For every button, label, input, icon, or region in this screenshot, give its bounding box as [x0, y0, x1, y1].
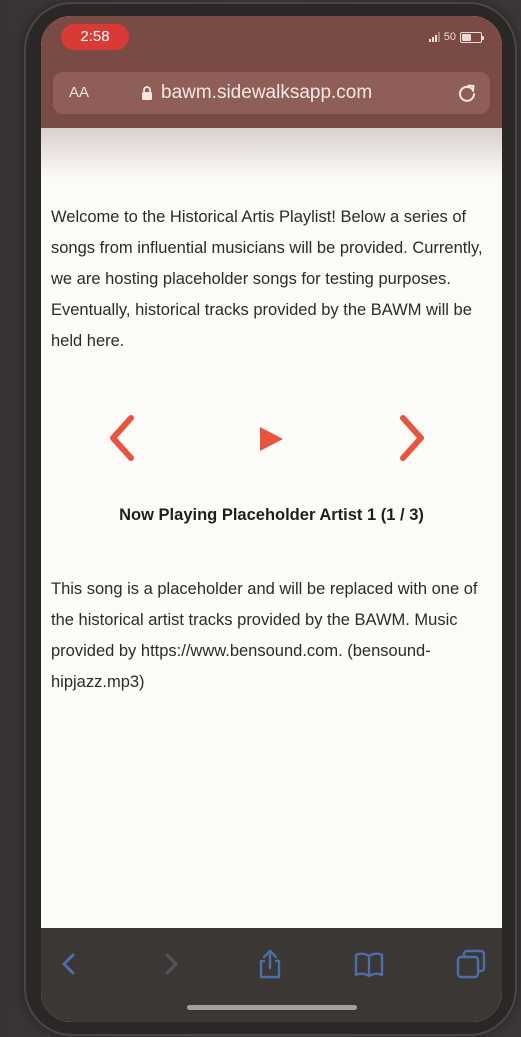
intro-paragraph: Welcome to the Historical Artis Playlist… — [51, 208, 483, 350]
share-icon[interactable] — [254, 948, 286, 980]
player-controls — [41, 406, 502, 476]
tabs-icon[interactable] — [455, 948, 487, 980]
page-header-shadow — [41, 128, 502, 178]
address-bar[interactable]: AA bawm.sidewalksapp.com — [53, 72, 490, 114]
phone-screen: 2:58 50 AA bawm.sidewalksapp.com Welcome… — [41, 16, 502, 1022]
url-display[interactable]: bawm.sidewalksapp.com — [141, 72, 372, 114]
chevron-left-icon[interactable] — [101, 410, 141, 466]
now-playing-label: Now Playing Placeholder Artist 1 (1 / 3) — [119, 506, 424, 524]
forward-icon[interactable] — [155, 948, 187, 980]
battery-percent: 50 — [443, 31, 456, 43]
url-text: bawm.sidewalksapp.com — [161, 82, 373, 103]
song-description: This song is a placeholder and will be r… — [51, 580, 478, 691]
back-icon[interactable] — [53, 948, 85, 980]
status-indicators: 50 — [428, 29, 484, 45]
signal-icon — [428, 32, 440, 42]
lock-icon — [142, 85, 152, 100]
battery-icon — [460, 31, 484, 43]
status-bar: 2:58 50 — [41, 16, 502, 56]
play-icon[interactable] — [255, 424, 285, 454]
status-time: 2:58 — [61, 24, 129, 50]
battery-fill — [462, 33, 471, 41]
text-size-button[interactable]: AA — [69, 72, 89, 114]
home-indicator[interactable] — [187, 1005, 357, 1010]
bookmarks-icon[interactable] — [353, 948, 385, 980]
chevron-right-icon[interactable] — [393, 410, 433, 466]
browser-top-bar: 2:58 50 AA bawm.sidewalksapp.com — [41, 16, 502, 128]
reload-icon[interactable] — [456, 82, 478, 104]
